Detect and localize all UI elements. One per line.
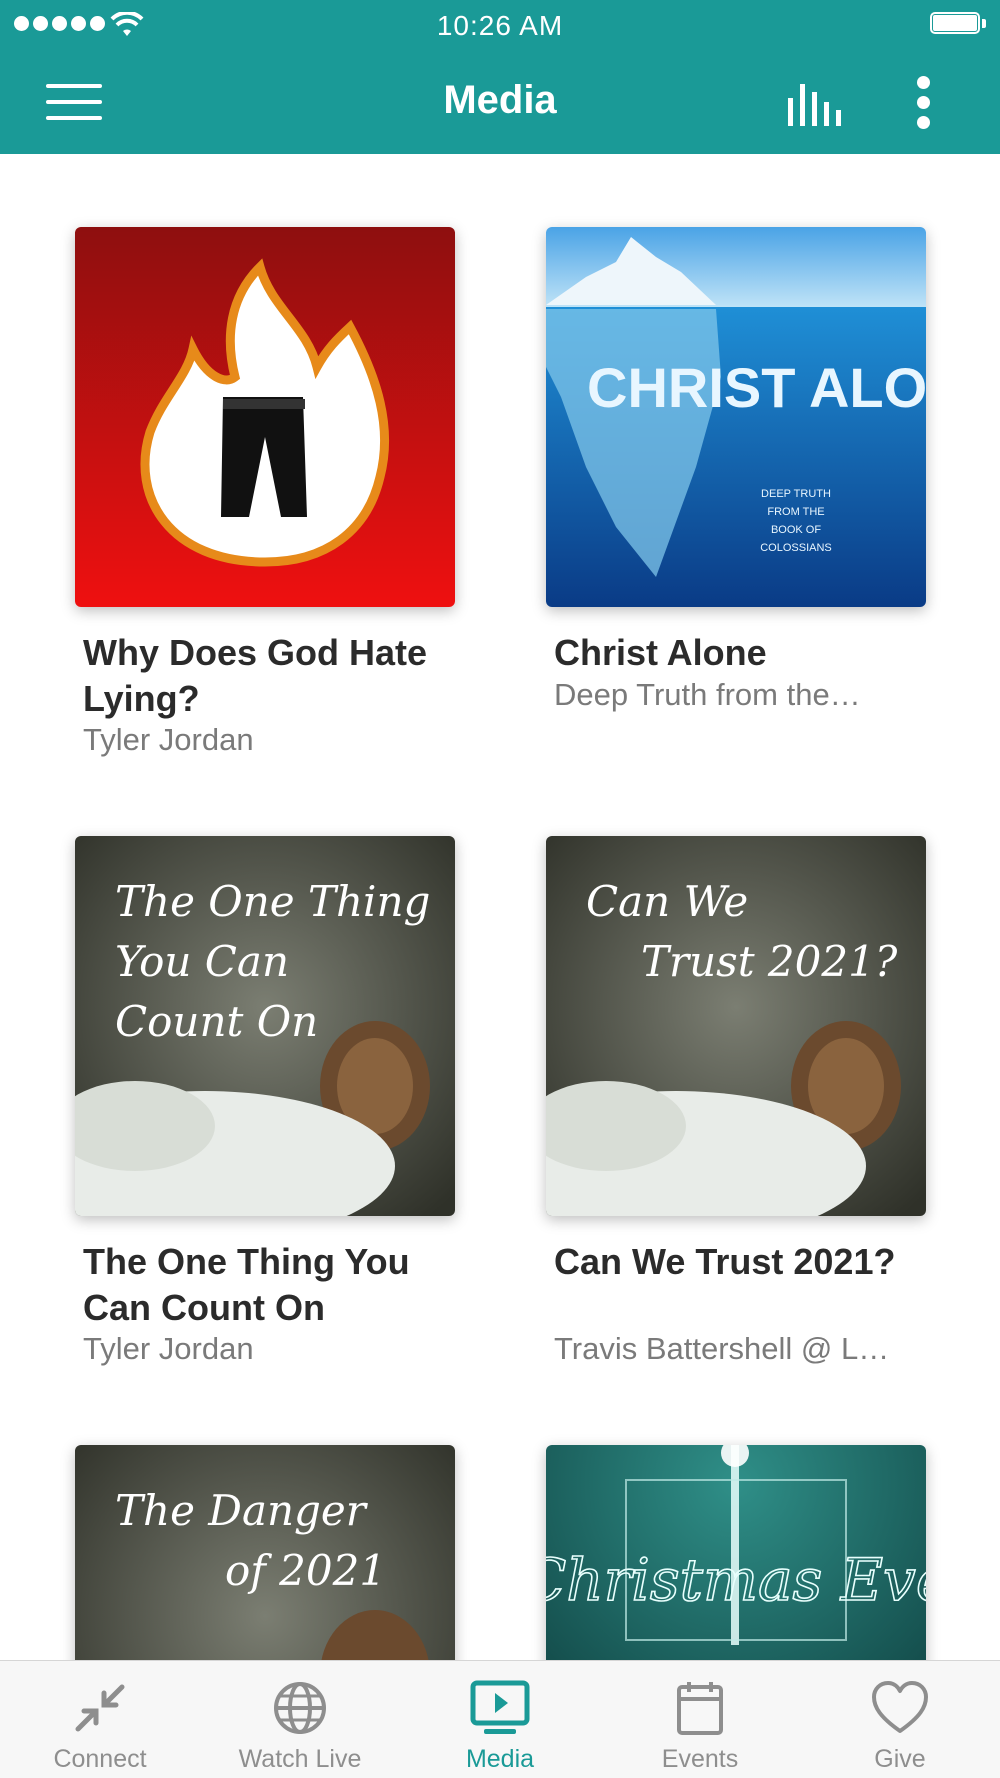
iceberg-artwork: CHRIST ALONE DEEP TRUTH FROM THE BOOK OF… (546, 227, 926, 607)
artwork-line: FROM THE (767, 506, 824, 518)
media-subtitle: Tyler Jordan (83, 1331, 254, 1366)
media-artwork[interactable] (75, 227, 455, 607)
media-artwork[interactable]: CHRIST ALONE DEEP TRUTH FROM THE BOOK OF… (546, 227, 926, 607)
status-time: 10:26 AM (436, 10, 564, 41)
pinecone-artwork: Can We Trust 2021? (546, 836, 926, 1216)
tab-bar: Connect Watch Live Media Events Give (0, 1660, 1000, 1778)
page-title: Media (443, 78, 557, 122)
tab-label: Watch Live (238, 1745, 362, 1773)
artwork-line: The Danger (115, 1486, 369, 1535)
media-subtitle: Deep Truth from the… (554, 677, 861, 712)
more-vertical-icon[interactable] (910, 76, 938, 130)
compress-arrows-icon (75, 1684, 125, 1732)
artwork-line: BOOK OF (771, 524, 821, 536)
media-title: Christ Alone (554, 632, 767, 673)
media-title: The One Thing You Can Count On (83, 1241, 410, 1328)
tab-label: Events (661, 1745, 739, 1773)
media-title: Why Does God Hate Lying? (83, 632, 428, 719)
tab-label: Media (465, 1745, 535, 1773)
tab-label: Give (874, 1745, 926, 1773)
media-subtitle: Tyler Jordan (83, 722, 254, 757)
tab-watch-live[interactable]: Watch Live (200, 1661, 400, 1778)
artwork-line: You Can (115, 937, 289, 986)
tab-give[interactable]: Give (800, 1661, 1000, 1778)
tv-play-icon (470, 1680, 530, 1734)
tab-connect[interactable]: Connect (0, 1661, 200, 1778)
bar-chart-icon[interactable] (788, 80, 848, 126)
media-screen: 10:26 AM Media Why Does God Hate Lying? … (0, 0, 1000, 1778)
status-bar: 10:26 AM (0, 0, 1000, 50)
artwork-line: Can We (586, 877, 748, 926)
globe-icon (274, 1682, 326, 1734)
media-title: Can We Trust 2021? (554, 1241, 896, 1282)
flame-pants-artwork (75, 227, 455, 607)
artwork-line: DEEP TRUTH (761, 488, 831, 500)
media-card[interactable]: The One Thing You Can Count On The One T… (75, 836, 455, 1376)
battery-icon (930, 12, 986, 36)
artwork-title: CHRIST ALONE (587, 356, 926, 419)
artwork-line: of 2021 (225, 1546, 386, 1595)
pinecone-artwork: The One Thing You Can Count On (75, 836, 455, 1216)
media-card[interactable]: CHRIST ALONE DEEP TRUTH FROM THE BOOK OF… (546, 227, 926, 727)
tab-label: Connect (53, 1745, 147, 1773)
calendar-icon (677, 1682, 723, 1735)
media-artwork[interactable]: Can We Trust 2021? (546, 836, 926, 1216)
tab-media[interactable]: Media (400, 1661, 600, 1778)
artwork-line: Count On (115, 997, 318, 1046)
artwork-line: Christmas Eve (546, 1546, 926, 1614)
tab-events[interactable]: Events (600, 1661, 800, 1778)
media-card[interactable]: Can We Trust 2021? Can We Trust 2021? Tr… (546, 836, 926, 1376)
artwork-line: Trust 2021? (641, 937, 898, 986)
heart-icon (872, 1681, 928, 1733)
header: 10:26 AM Media (0, 0, 1000, 154)
app-bar: Media (0, 50, 1000, 154)
media-card[interactable]: Why Does God Hate Lying? Tyler Jordan (75, 227, 455, 767)
media-artwork[interactable]: The One Thing You Can Count On (75, 836, 455, 1216)
artwork-line: The One Thing (115, 877, 430, 926)
media-subtitle: Travis Battershell @ L… (554, 1331, 890, 1366)
artwork-line: COLOSSIANS (760, 542, 832, 554)
